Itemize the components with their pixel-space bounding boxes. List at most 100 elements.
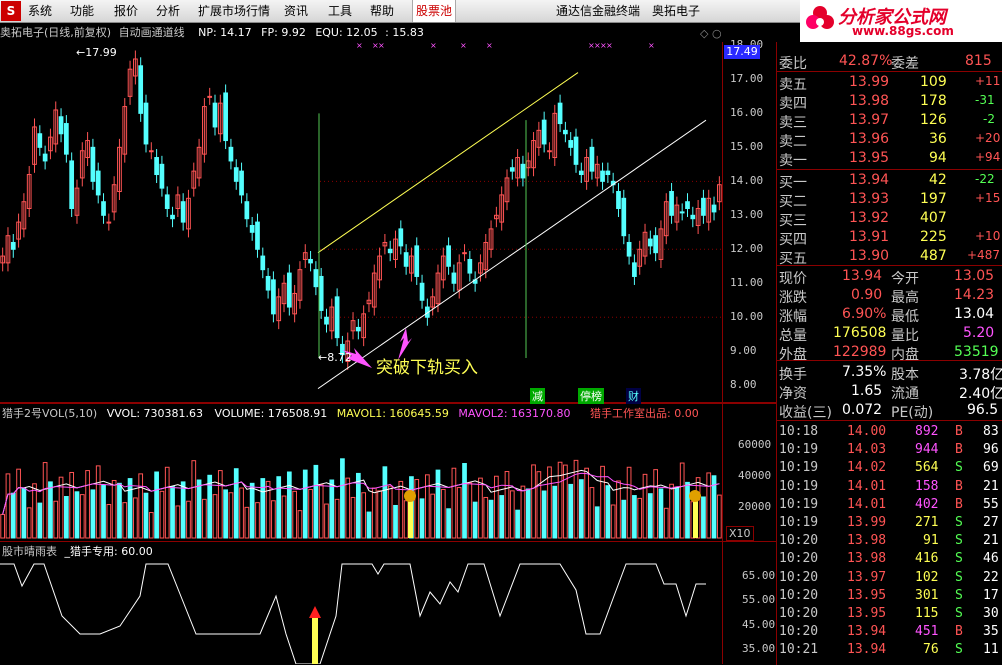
- volume-bar: [435, 469, 441, 539]
- tag-list[interactable]: 停榜: [578, 388, 604, 404]
- volume-bar: [361, 492, 367, 539]
- menu-analysis[interactable]: 分析: [156, 0, 180, 22]
- volume-bar: [42, 462, 48, 539]
- fund-value: 1.65: [851, 383, 883, 399]
- volume-bar: [520, 485, 526, 539]
- volume-bar: [191, 460, 197, 539]
- sell-price: 13.97: [849, 112, 890, 128]
- volume-bar: [244, 506, 250, 539]
- candle-body: [10, 241, 16, 250]
- volume-bar: [48, 481, 53, 539]
- up-signal-icon: [404, 490, 416, 502]
- volume-bar: [340, 458, 345, 539]
- tick-count: 35: [983, 624, 999, 640]
- menu-stock-pool[interactable]: 股票池: [412, 0, 457, 22]
- candle-body: [568, 140, 574, 148]
- fund-value: 96.5: [967, 402, 999, 418]
- divider: [777, 169, 1002, 170]
- sell-label: 卖二: [779, 134, 807, 150]
- candle-body: [143, 102, 149, 145]
- candle-body: [573, 136, 579, 165]
- signal-bar: [408, 500, 413, 538]
- tick-side: S: [955, 460, 963, 476]
- volume-bar: [536, 471, 542, 539]
- candle-body: [308, 258, 313, 264]
- divider: [777, 71, 1002, 72]
- menu-extended-market[interactable]: 扩展市场行情: [198, 0, 270, 22]
- max-price-label: ←17.99: [76, 46, 117, 59]
- menu-help[interactable]: 帮助: [370, 0, 394, 22]
- volume-bar: [21, 488, 27, 539]
- stat-value: 53519: [954, 344, 999, 360]
- tick-row: 10:19 14.01 158 B 21: [777, 478, 1002, 496]
- menu-tools[interactable]: 工具: [328, 0, 352, 22]
- volume-bar: [382, 466, 388, 539]
- tick-row: 10:20 13.95 301 S 17: [777, 587, 1002, 605]
- menu-system[interactable]: 系统: [28, 0, 52, 22]
- volume-bar: [557, 461, 563, 539]
- current-price-tag: 17.49: [724, 45, 760, 59]
- sell-change: +11: [975, 74, 1001, 88]
- tick-row: 10:19 14.01 402 B 55: [777, 496, 1002, 514]
- volume-bar: [0, 513, 6, 539]
- fund-label: 换手: [779, 367, 807, 383]
- tick-volume: 158: [915, 478, 939, 494]
- menu-quote[interactable]: 报价: [114, 0, 138, 22]
- equ-value: EQU: 12.05: [315, 26, 378, 39]
- channel-upper-line: [317, 72, 579, 254]
- candle-body: [451, 272, 457, 284]
- weibi-row: 委比 42.87% 委差 815: [777, 52, 1002, 72]
- tag-finance[interactable]: 财: [626, 388, 641, 404]
- candle-body: [58, 116, 64, 135]
- volume-bar: [446, 508, 451, 539]
- tick-volume: 416: [915, 551, 939, 567]
- candle-body: [69, 160, 75, 210]
- volume-bar: [122, 502, 128, 539]
- tick-price: 14.01: [847, 478, 887, 494]
- buy-change: +487: [967, 248, 1000, 262]
- sell-change: -31: [975, 93, 995, 107]
- volume-bar: [217, 470, 223, 539]
- app-logo[interactable]: S: [1, 1, 21, 21]
- fund-value: 2.40亿: [959, 386, 1002, 402]
- buy-price: 13.92: [849, 210, 890, 226]
- credit-value: 猎手工作室出品: 0.00: [590, 407, 699, 420]
- sell-label: 卖三: [779, 115, 807, 131]
- tick-price: 14.03: [847, 442, 887, 458]
- menu-news[interactable]: 资讯: [284, 0, 308, 22]
- min-price-label: ←8.72: [318, 351, 352, 364]
- tag-reduce[interactable]: 减: [530, 388, 545, 404]
- candle-body: [403, 252, 409, 267]
- volume-bar: [584, 467, 589, 539]
- candle-body: [244, 201, 250, 220]
- barometer-chart[interactable]: [0, 556, 722, 664]
- candle-body: [90, 146, 96, 182]
- candle-body: [621, 197, 627, 237]
- tick-price: 14.02: [847, 460, 887, 476]
- circle-icon[interactable]: ○: [712, 27, 722, 40]
- volume-chart[interactable]: [0, 420, 722, 540]
- volume-bar: [302, 469, 308, 539]
- stat-label: 量比: [891, 328, 919, 344]
- volume-bar: [297, 510, 303, 539]
- volume-bar: [440, 488, 446, 539]
- tick-row: 10:20 13.95 115 S 30: [777, 605, 1002, 623]
- candle-body: [669, 191, 674, 216]
- tick-count: 96: [983, 442, 999, 458]
- candle-body: [260, 255, 266, 271]
- mavol2-line: [2, 472, 720, 515]
- stat-value: 13.05: [954, 268, 995, 284]
- menu-function[interactable]: 功能: [70, 0, 94, 22]
- volume-bar: [276, 476, 282, 539]
- volume-bar: [143, 492, 149, 539]
- candlestick-chart[interactable]: × × × × × × × × × × ×: [0, 42, 722, 402]
- buy-price: 13.91: [849, 229, 890, 245]
- volume-bar: [292, 490, 297, 539]
- diamond-icon[interactable]: ◇: [700, 27, 708, 40]
- tick-time: 10:20: [779, 533, 819, 549]
- candle-body: [148, 150, 154, 153]
- tick-time: 10:18: [779, 424, 819, 439]
- tick-row: 10:19 14.03 944 B 96: [777, 441, 1002, 459]
- volume-bar: [202, 498, 207, 539]
- tick-side: B: [955, 624, 963, 640]
